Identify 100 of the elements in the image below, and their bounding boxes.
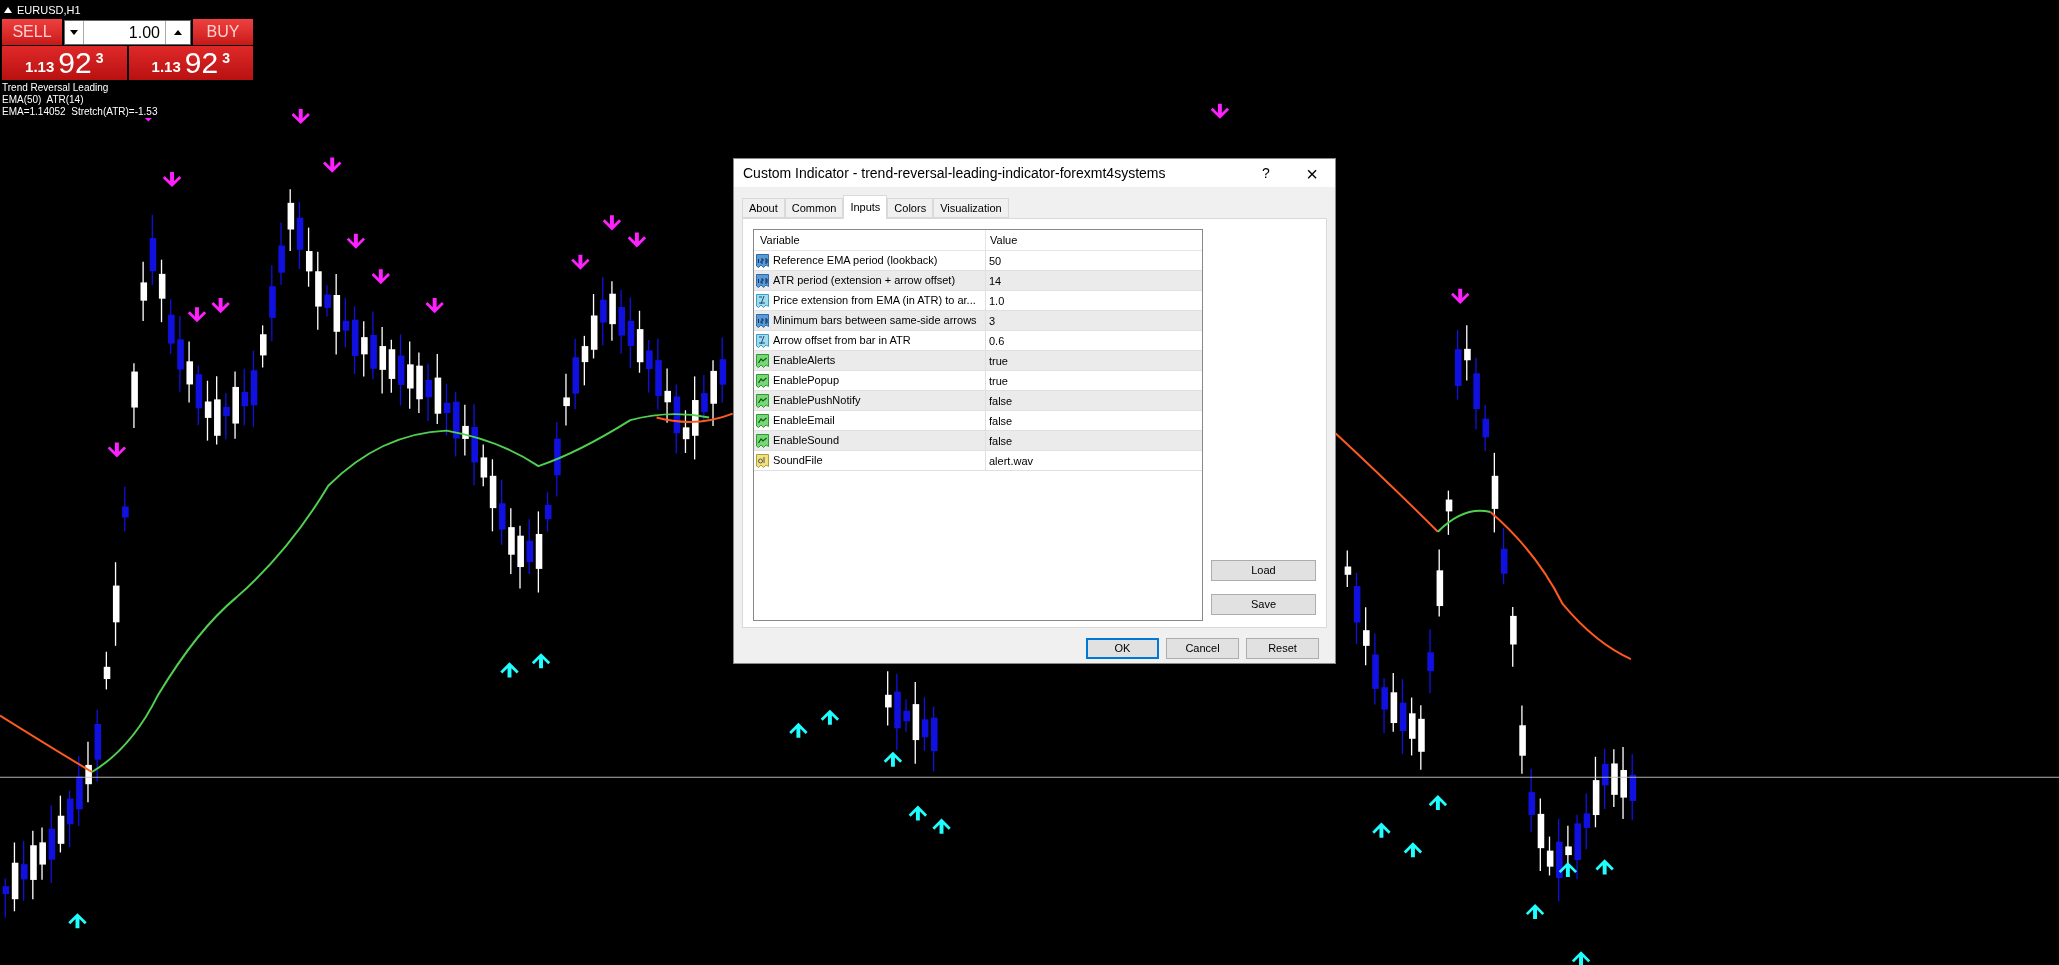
value-cell[interactable]: 14 [986,271,1202,290]
up-arrow-icon [1428,795,1448,811]
candlestick [103,651,111,691]
dialog-title: Custom Indicator - trend-reversal-leading-indicator-forexmt4systems [743,163,1167,183]
help-button[interactable]: ? [1243,159,1289,187]
lot-size-value[interactable]: 1.00 [83,20,166,44]
candlestick [1574,814,1581,880]
candlestick [39,826,46,881]
candlestick [1436,548,1444,618]
value-cell[interactable]: 1.0 [986,291,1202,310]
candlestick [664,367,671,424]
candlestick [232,370,239,440]
up-arrow-icon [820,709,840,725]
variable-name: Minimum bars between same-side arrows [773,313,977,329]
integer-type-icon [756,273,769,288]
value-cell[interactable]: false [986,411,1202,430]
dialog-button[interactable]: Cancel [1166,638,1239,659]
dialog-button[interactable]: OK [1086,638,1159,659]
candlestick [223,392,230,440]
candlestick [131,362,138,429]
candlestick [1381,677,1388,734]
up-arrow-icon [68,913,87,929]
candlestick [1454,329,1462,401]
candlestick [1629,753,1637,821]
candlestick [719,336,727,404]
up-arrow-icon [1372,822,1391,838]
side-button[interactable]: Save [1211,594,1316,615]
increase-arrow-icon[interactable] [174,29,182,35]
tab[interactable]: Inputs [843,195,888,219]
value-cell[interactable]: 50 [986,251,1202,270]
collapse-triangle-icon[interactable] [4,7,12,14]
variable-name: EnableSound [773,433,840,449]
candlestick [260,324,267,369]
lot-size-spinner[interactable]: 1.00 [64,19,191,45]
candlestick [563,373,570,427]
down-arrow-icon [1210,103,1230,119]
indicator-label: Trend Reversal Leading [2,82,109,94]
candlestick [885,670,892,727]
column-header: Variable [754,230,986,250]
candlestick [1427,628,1434,694]
candlestick [1611,748,1618,808]
boolean-type-icon [756,433,769,448]
indicator-label: EMA(50) ATR(14) [2,94,84,106]
candlestick [1418,704,1425,771]
up-arrow-icon [883,751,903,767]
value-cell[interactable]: 3 [986,311,1202,330]
candlestick [278,221,285,286]
value-cell[interactable]: 0.6 [986,331,1202,350]
candlestick [168,298,175,355]
candlestick [1409,696,1416,757]
down-arrow-icon [162,172,182,188]
value-cell[interactable]: true [986,351,1202,370]
tab[interactable]: Common [784,198,844,218]
candlestick [21,840,28,902]
candlestick [903,698,910,733]
down-arrow-icon [627,232,647,248]
variable-name: EnablePushNotify [773,393,861,409]
value-cell[interactable]: false [986,391,1202,410]
fraction-type-icon [756,293,769,308]
down-arrow-icon [571,254,590,270]
down-arrow-icon [1451,288,1470,304]
candlestick [931,705,938,773]
candlestick [1363,606,1370,666]
boolean-type-icon [756,353,769,368]
decrease-arrow-icon[interactable] [70,29,78,35]
tab[interactable]: About [742,198,785,218]
down-arrow-icon [291,108,310,125]
candlestick [646,339,653,394]
candlestick [30,830,37,900]
candlestick [609,280,616,342]
variable-name: Price extension from EMA (in ATR) to ar... [773,293,976,309]
candlestick [76,755,83,827]
down-arrow-icon [211,298,230,314]
variable-name: ATR period (extension + arrow offset) [773,273,956,289]
tab[interactable]: Visualization [933,198,1009,218]
candlestick [508,507,515,575]
up-arrow-icon [1571,951,1591,965]
price-point: 3 [95,49,104,68]
candlestick [517,525,524,590]
candlestick [1602,748,1609,810]
value-cell[interactable]: alert.wav [986,451,1202,470]
candlestick [370,310,377,380]
price-prefix: 1.13 [151,58,181,76]
text-type-icon [756,453,769,468]
close-button[interactable]: × [1289,159,1335,187]
side-button[interactable]: Load [1211,560,1316,581]
variable-name: EnableEmail [773,413,835,429]
up-arrow-icon [500,662,519,678]
candlestick [324,284,331,318]
tab[interactable]: Colors [887,198,934,218]
candlestick [1510,606,1517,668]
value-cell[interactable]: false [986,431,1202,450]
dialog-button[interactable]: Reset [1246,638,1319,659]
candlestick [462,404,469,457]
candlestick [1445,490,1453,536]
down-arrow-icon [107,442,127,458]
value-cell[interactable]: true [986,371,1202,390]
candlestick [710,359,717,427]
chart-symbol-label: EURUSD,H1 [17,3,81,18]
up-arrow-icon [1595,859,1614,875]
